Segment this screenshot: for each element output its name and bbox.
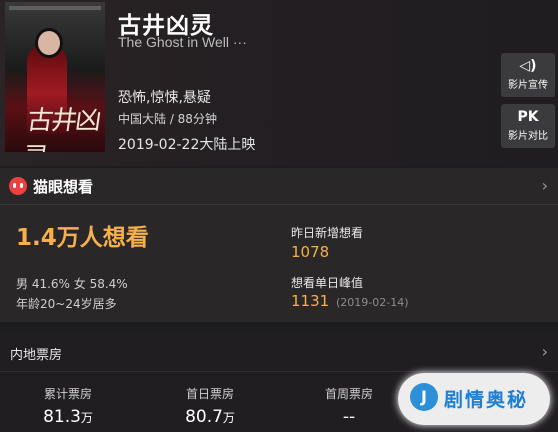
stat-number: 81.3 xyxy=(43,407,81,427)
pk-icon: PK xyxy=(517,109,539,125)
box-office-title: 内地票房 xyxy=(10,348,63,363)
promo-button-label: 影片宣传 xyxy=(508,80,548,91)
watermark-badge: J 剧情奥秘 xyxy=(398,373,550,425)
age-group: 年龄20~24岁居多 xyxy=(16,297,117,311)
maoyan-want-panel: 猫眼想看 › 1.4万人想看 男 41.6% 女 58.4% 年龄20~24岁居… xyxy=(0,168,558,322)
poster-face xyxy=(35,28,63,58)
stat-number: 80.7 xyxy=(185,407,223,427)
poster-calligraphy: 古井凶灵 xyxy=(20,106,102,152)
movie-header: 古井凶灵 古井凶灵 The Ghost in Well ··· 恐怖,惊悚,悬疑… xyxy=(0,0,558,166)
watermark-logo-icon: J xyxy=(410,383,438,411)
gender-ratio: 男 41.6% 女 58.4% xyxy=(16,277,128,291)
yesterday-want-value: 1078 xyxy=(291,243,330,261)
stat-value: -- xyxy=(294,407,404,427)
yesterday-want-label: 昨日新增想看 xyxy=(291,226,364,240)
peak-want-date: (2019-02-14) xyxy=(336,296,409,309)
stat-value: 80.7万 xyxy=(155,407,265,427)
watermark-text: 剧情奥秘 xyxy=(444,389,529,411)
box-office-first-week: 首周票房 -- xyxy=(294,385,404,427)
movie-release-date: 2019-02-22大陆上映 xyxy=(118,137,256,153)
promo-button[interactable]: ◁) 影片宣传 xyxy=(501,53,555,97)
box-office-first-day: 首日票房 80.7万 xyxy=(155,385,265,427)
compare-button[interactable]: PK 影片对比 xyxy=(501,104,555,148)
box-office-total: 累计票房 81.3万 xyxy=(13,385,123,427)
poster-tagline xyxy=(9,6,101,10)
chevron-right-icon[interactable]: › xyxy=(542,176,548,195)
maoyan-title: 猫眼想看 xyxy=(33,178,94,196)
speaker-icon: ◁) xyxy=(519,58,537,74)
chevron-right-icon[interactable]: › xyxy=(542,342,548,361)
stat-unit: 万 xyxy=(222,411,235,425)
stat-label: 首周票房 xyxy=(324,387,373,401)
movie-region-duration: 中国大陆 / 88分钟 xyxy=(118,112,217,126)
peak-want-label: 想看单日峰值 xyxy=(291,276,364,290)
stat-label: 首日票房 xyxy=(185,387,234,401)
movie-subtitle: The Ghost in Well ··· xyxy=(118,34,247,50)
stat-label: 累计票房 xyxy=(43,387,92,401)
box-office-header[interactable]: 内地票房 › xyxy=(0,333,558,372)
movie-poster[interactable]: 古井凶灵 xyxy=(5,2,105,152)
want-count: 1.4万人想看 xyxy=(16,225,149,251)
stat-unit: 万 xyxy=(80,411,93,425)
stat-value: 81.3万 xyxy=(13,407,123,427)
peak-want-value: 1131 xyxy=(291,292,330,310)
compare-button-label: 影片对比 xyxy=(508,131,548,142)
stat-number: -- xyxy=(342,407,356,427)
maoyan-header[interactable]: 猫眼想看 › xyxy=(0,168,558,205)
movie-genres: 恐怖,惊悚,悬疑 xyxy=(118,90,211,106)
maoyan-cat-icon xyxy=(9,177,27,195)
